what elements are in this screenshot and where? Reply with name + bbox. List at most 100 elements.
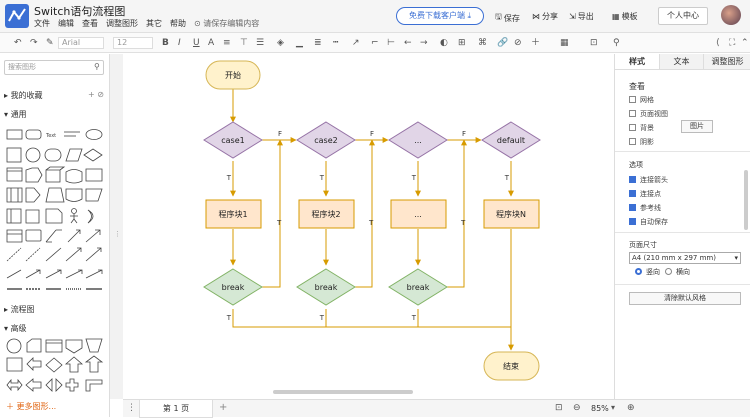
tab-arrange[interactable]: 调整图形: [703, 54, 750, 70]
download-client-button[interactable]: 免费下载客户端 ⤓: [396, 7, 484, 25]
font-color-icon[interactable]: A: [208, 37, 214, 49]
landscape-radio[interactable]: [665, 268, 672, 275]
grid-checkbox[interactable]: [629, 96, 636, 103]
add-favorite-icon[interactable]: + ⊘: [88, 90, 104, 99]
style-icon[interactable]: ⌘: [478, 37, 487, 49]
format-painter-icon[interactable]: ✎: [46, 37, 54, 49]
fill-color-icon[interactable]: ◈: [277, 37, 284, 49]
tab-style[interactable]: 样式: [615, 54, 659, 70]
italic-icon[interactable]: I: [178, 37, 181, 49]
page-view-checkbox[interactable]: [629, 110, 636, 117]
personal-center-button[interactable]: 个人中心: [658, 7, 708, 25]
edge-break3-next[interactable]: [447, 139, 467, 288]
collapse-up-icon[interactable]: ⌃: [741, 37, 749, 49]
fit-page-icon[interactable]: ⊡: [555, 403, 563, 413]
diagram-canvas[interactable]: T T T T F F F T T T T T T 开始 case1 case2…: [123, 54, 614, 399]
line-color-icon[interactable]: ▁: [296, 37, 303, 49]
undo-icon[interactable]: ↶: [14, 37, 22, 49]
connector-icon[interactable]: ↗: [352, 37, 360, 49]
link-icon[interactable]: 🔗: [497, 37, 508, 49]
page-size-select[interactable]: A4 (210 mm x 297 mm) ▾: [629, 252, 741, 264]
zoom-in-icon[interactable]: ⊕: [627, 403, 635, 413]
connection-arrows-checkbox[interactable]: [629, 176, 636, 183]
end-node[interactable]: 结束: [483, 351, 540, 381]
menu-other[interactable]: 其它: [146, 18, 162, 29]
advanced-shapes-grid[interactable]: [6, 338, 104, 398]
block2-node[interactable]: 程序块2: [298, 199, 355, 229]
default-node[interactable]: default: [481, 121, 541, 159]
block1-node[interactable]: 程序块1: [205, 199, 262, 229]
line-style-icon[interactable]: ┅: [333, 37, 338, 49]
panel-scrollbar[interactable]: [744, 170, 748, 230]
pin-icon[interactable]: ⚲: [613, 37, 620, 49]
blockN-node[interactable]: 程序块N: [483, 199, 540, 229]
waypoint-icon[interactable]: ⌐: [371, 37, 379, 49]
guides-checkbox[interactable]: [629, 204, 636, 211]
lock-icon[interactable]: ⊘: [514, 37, 522, 49]
line-width-icon[interactable]: ≣: [314, 37, 322, 49]
tab-text[interactable]: 文本: [659, 54, 703, 70]
menu-help[interactable]: 帮助: [170, 18, 186, 29]
section-advanced[interactable]: ▾ 高级: [4, 323, 27, 334]
case3-node[interactable]: ...: [388, 121, 448, 159]
font-size-select[interactable]: 12: [113, 37, 153, 49]
edge-break1-end[interactable]: [232, 309, 511, 328]
arrow-end-icon[interactable]: →: [420, 37, 428, 49]
case2-node[interactable]: case2: [296, 121, 356, 159]
menu-edit[interactable]: 编辑: [58, 18, 74, 29]
fullscreen-icon[interactable]: ⛶: [729, 37, 735, 49]
app-logo-icon[interactable]: [5, 4, 29, 28]
align-icon[interactable]: ≡: [223, 37, 231, 49]
block3-node[interactable]: ...: [390, 199, 447, 229]
general-shapes-grid[interactable]: Text: [6, 126, 104, 294]
search-icon[interactable]: ⚲: [94, 62, 100, 71]
table-icon[interactable]: ▦: [560, 37, 569, 49]
menu-arrange[interactable]: 调整图形: [106, 18, 138, 29]
font-family-select[interactable]: Arial: [58, 37, 104, 49]
edge-break2-next[interactable]: [355, 139, 375, 288]
position-icon[interactable]: ⊞: [458, 37, 466, 49]
case1-node[interactable]: case1: [203, 121, 263, 159]
insert-icon[interactable]: ＋: [531, 37, 540, 49]
break2-node[interactable]: break: [296, 268, 356, 306]
section-flowchart[interactable]: ▸ 流程图: [4, 304, 35, 315]
page-menu-icon[interactable]: ⋮: [127, 403, 136, 413]
menu-file[interactable]: 文件: [34, 18, 50, 29]
background-image-button[interactable]: 图片: [681, 120, 713, 133]
horizontal-scrollbar[interactable]: [273, 390, 413, 394]
share-button[interactable]: ⋈ 分享: [532, 11, 558, 22]
avatar[interactable]: [721, 5, 741, 25]
zoom-dropdown-icon[interactable]: ▾: [611, 403, 615, 412]
valign-icon[interactable]: ⊤: [240, 37, 248, 49]
page-tab[interactable]: 第 1 页: [139, 400, 213, 418]
zoom-out-icon[interactable]: ⊖: [573, 403, 581, 413]
add-page-icon[interactable]: +: [219, 402, 227, 413]
line-start-icon[interactable]: ⊢: [387, 37, 395, 49]
template-button[interactable]: ▦ 模板: [612, 11, 638, 22]
transparency-icon[interactable]: ◐: [440, 37, 448, 49]
section-general[interactable]: ▾ 通用: [4, 109, 27, 120]
document-title[interactable]: Switch语句流程图: [34, 3, 125, 19]
shadow-checkbox[interactable]: [629, 138, 636, 145]
list-icon[interactable]: ☰: [256, 37, 264, 49]
save-button[interactable]: 🖫 保存: [495, 11, 520, 25]
menu-view[interactable]: 查看: [82, 18, 98, 29]
section-favorites[interactable]: ▸ 我的收藏: [4, 90, 43, 101]
focus-icon[interactable]: ⊡: [590, 37, 598, 49]
break1-node[interactable]: break: [203, 268, 263, 306]
arrow-start-icon[interactable]: ←: [404, 37, 412, 49]
collapse-left-icon[interactable]: ⟨: [716, 37, 720, 49]
background-checkbox[interactable]: [629, 124, 636, 131]
redo-icon[interactable]: ↷: [30, 37, 38, 49]
autosave-checkbox[interactable]: [629, 218, 636, 225]
start-node[interactable]: 开始: [205, 60, 261, 90]
clear-default-style-button[interactable]: 清除默认风格: [629, 292, 741, 305]
shape-search-input[interactable]: 搜索图形: [4, 60, 104, 75]
break3-node[interactable]: break: [388, 268, 448, 306]
export-button[interactable]: ⇲ 导出: [569, 11, 594, 22]
panel-splitter[interactable]: ⋮: [110, 54, 123, 399]
flowchart-svg[interactable]: T T T T F F F T T T T T T 开始 case1 case2…: [123, 54, 614, 399]
underline-icon[interactable]: U: [193, 37, 200, 49]
connection-points-checkbox[interactable]: [629, 190, 636, 197]
more-shapes-link[interactable]: ＋ 更多图形...: [6, 401, 56, 412]
